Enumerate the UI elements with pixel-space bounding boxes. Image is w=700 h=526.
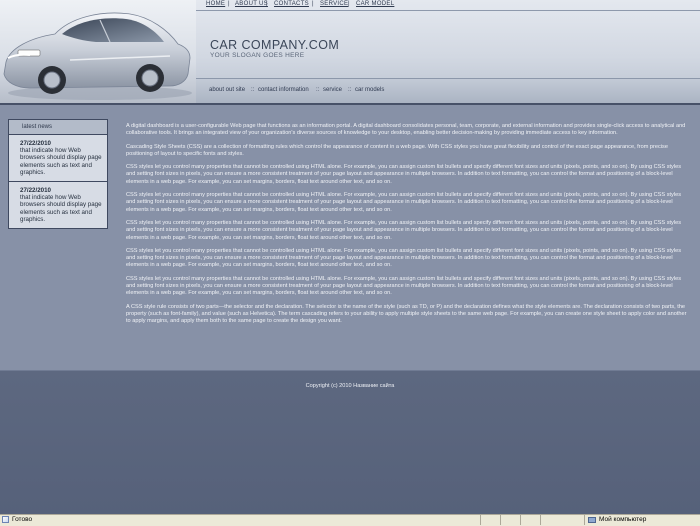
news-date: 27/22/2010 [20,187,51,194]
subnav-link-about[interactable]: about out site [209,87,245,93]
paragraph-css-styles: CSS styles let you control many properti… [126,247,681,269]
subnav-link-contact[interactable]: contact information [258,87,309,93]
nav-separator: | [266,1,268,7]
news-item: 27/22/2010 that indicate how Web browser… [8,135,108,182]
computer-icon [588,516,596,523]
site-footer: Copyright (c) 2010 Название сайта [0,370,700,515]
status-zone: Мой компьютер [588,516,646,523]
paragraph-css: Cascading Style Sheets (CSS) are a colle… [126,143,668,157]
page-icon [2,516,9,523]
nav-link-car-model[interactable]: CAR MODEL [356,1,394,7]
header-divider [196,10,700,11]
paragraph-css-rule: A CSS style rule consists of two parts—t… [126,303,687,325]
content-area: latest news 27/22/2010 that indicate how… [0,105,700,370]
subnav-link-car-models[interactable]: car models [355,87,384,93]
subnav-separator: :: [251,87,255,93]
news-item: 27/22/2010 that indicate how Web browser… [8,182,108,229]
nav-link-service[interactable]: SERVICE [320,1,348,7]
status-divider [584,515,585,525]
subnav-separator: :: [348,87,352,93]
status-divider [500,515,501,525]
subnav-separator: :: [316,87,320,93]
nav-separator: | [312,1,314,7]
status-divider [480,515,481,525]
paragraph-css-styles: CSS styles let you control many properti… [126,275,681,297]
copyright-text: Copyright (c) 2010 Название сайта [305,383,395,389]
nav-separator: | [228,1,230,7]
browser-status-bar: Готово Мой компьютер [0,514,700,526]
nav-link-contacts[interactable]: CONTACTS [274,1,309,7]
status-text: Готово [12,516,33,523]
site-title: CAR COMPANY.COM [210,38,340,52]
status-ready: Готово [2,516,32,523]
nav-link-home[interactable]: HOME [206,1,225,7]
paragraph-css-styles: CSS styles let you control many properti… [126,164,681,185]
news-header: latest news [8,119,108,135]
nav-separator: | [348,1,350,7]
subnav-link-service[interactable]: service [323,87,342,93]
nav-link-about-us[interactable]: ABOUT US [235,1,268,7]
status-divider [520,515,521,525]
paragraph-css-styles: CSS styles let you control many properti… [126,219,681,241]
paragraph-css-styles: CSS styles let you control many properti… [126,192,681,213]
car-image [0,0,196,103]
site-slogan: YOUR SLOGAN GOES HERE [210,52,305,59]
news-sidebar: latest news 27/22/2010 that indicate how… [8,119,108,229]
top-navigation: HOME | ABOUT US | CONTACTS | SERVICE | C… [200,0,700,9]
zone-text: Мой компьютер [599,516,647,523]
news-date: 27/22/2010 [20,140,51,147]
news-text: that indicate how Web browsers should di… [20,194,102,223]
main-content: A digital dashboard is a user-configurab… [126,123,691,332]
news-text: that indicate how Web browsers should di… [20,147,102,176]
status-divider [540,515,541,525]
site-header: HOME | ABOUT US | CONTACTS | SERVICE | C… [0,0,700,103]
paragraph-intro: A digital dashboard is a user-configurab… [126,123,686,137]
secondary-navigation: about out site :: contact information ::… [196,78,700,103]
